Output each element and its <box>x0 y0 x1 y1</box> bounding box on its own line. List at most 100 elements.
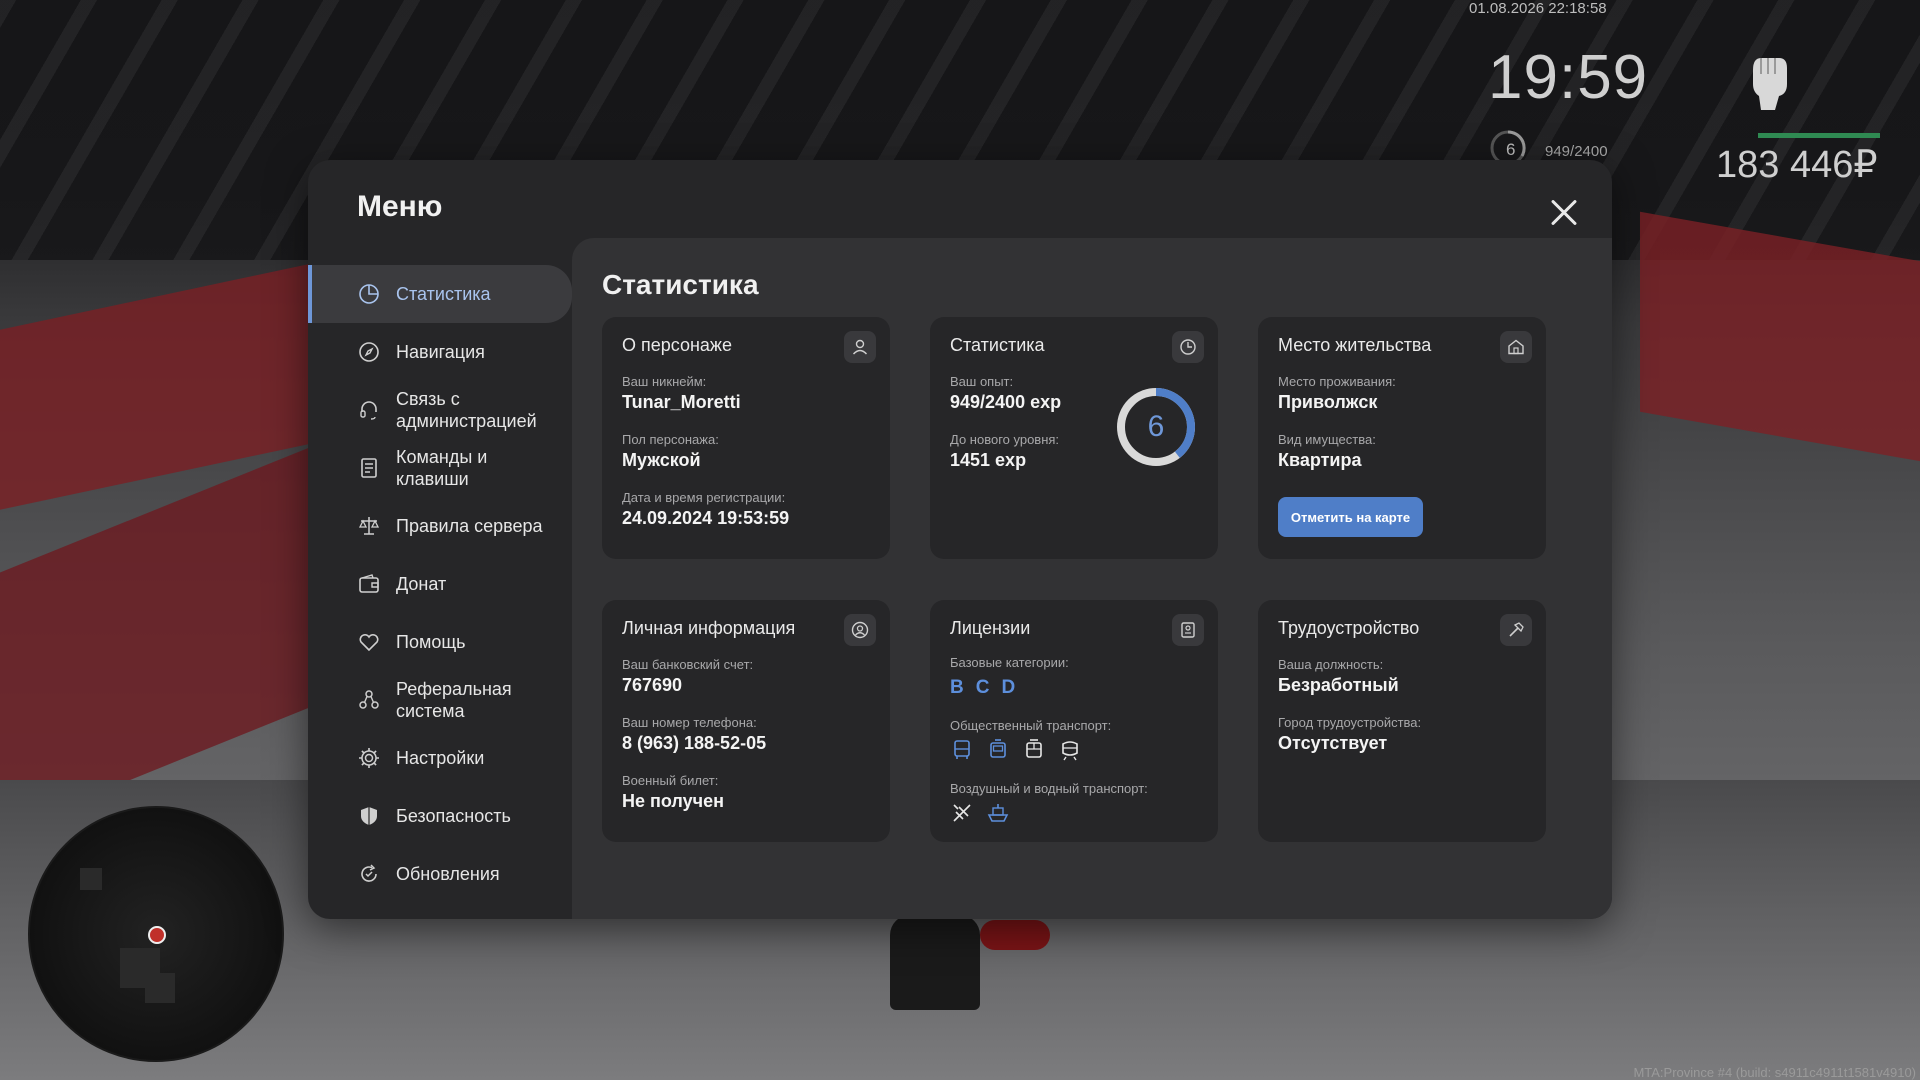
property-value: Квартира <box>1278 450 1362 470</box>
house-icon <box>1500 331 1532 363</box>
gender-label: Пол персонажа: <box>622 432 719 447</box>
public-transport-icons <box>950 738 1082 762</box>
card-licenses: Лицензии Базовые категории: B C D Общест… <box>930 600 1218 842</box>
user-circle-icon <box>844 614 876 646</box>
page-title: Статистика <box>602 269 759 300</box>
headset-icon <box>360 401 377 420</box>
wallet-icon <box>359 574 379 593</box>
sidebar-item-label: Правила сервера <box>396 516 543 536</box>
health-bar <box>1758 133 1880 138</box>
sidebar-item-label: Безопасность <box>396 806 511 826</box>
document-icon <box>361 458 377 478</box>
sidebar-item-help[interactable]: Помощь <box>308 613 572 671</box>
sidebar: Статистика Навигация Связь с администрац… <box>308 265 572 903</box>
fist-icon <box>1753 58 1787 110</box>
military-value: Не получен <box>622 791 724 811</box>
card-title: Трудоустройство <box>1278 618 1420 638</box>
sidebar-item-admin-contact[interactable]: Связь с администрацией <box>308 381 572 439</box>
property-label: Вид имущества: <box>1278 432 1376 447</box>
hud-datetime: 01.08.2026 22:18:58 <box>1469 0 1607 17</box>
sidebar-item-label: Обновления <box>396 864 500 884</box>
nickname-value: Tunar_Moretti <box>622 392 741 412</box>
hammer-icon <box>1500 614 1532 646</box>
public-transport-label: Общественный транспорт: <box>950 718 1112 733</box>
sidebar-item-label: Помощь <box>396 632 466 652</box>
position-value: Безработный <box>1278 675 1399 695</box>
air-water-icons <box>950 801 1010 825</box>
scales-icon <box>358 517 380 535</box>
sidebar-item-label: Реферальная система <box>396 679 512 721</box>
menu-window: Меню Статистика Навигация Связь с админи… <box>308 160 1612 919</box>
military-label: Военный билет: <box>622 773 719 788</box>
minimap-block <box>80 868 102 890</box>
sidebar-item-settings[interactable]: Настройки <box>308 729 572 787</box>
hud-money: 183 446₽ <box>1716 144 1878 186</box>
place-label: Место проживания: <box>1278 374 1396 389</box>
card-personal: Личная информация Ваш банковский счет: 7… <box>602 600 890 842</box>
phone-value: 8 (963) 188-52-05 <box>622 733 767 753</box>
heart-hand-icon <box>359 633 379 652</box>
city-label: Город трудоустройства: <box>1278 715 1422 730</box>
mark-on-map-button[interactable]: Отметить на карте <box>1278 497 1423 537</box>
hud-clock: 19:59 <box>1488 43 1649 112</box>
sidebar-item-navigation[interactable]: Навигация <box>308 323 572 381</box>
clock-pie-icon <box>1172 331 1204 363</box>
bank-value: 767690 <box>622 675 683 695</box>
card-title: Личная информация <box>622 618 796 638</box>
sidebar-item-rules[interactable]: Правила сервера <box>308 497 572 555</box>
sidebar-item-label: Статистика <box>396 284 491 304</box>
sidebar-item-statistics[interactable]: Статистика <box>308 265 572 323</box>
card-residence: Место жительства Место проживания: Приво… <box>1258 317 1546 559</box>
registration-value: 24.09.2024 19:53:59 <box>622 508 790 528</box>
tram-icon <box>1026 739 1042 758</box>
base-categories-label: Базовые категории: <box>950 655 1069 670</box>
gender-value: Мужской <box>622 450 701 470</box>
close-icon[interactable] <box>1544 193 1584 233</box>
card-title: Статистика <box>950 335 1045 355</box>
sidebar-item-label: Настройки <box>396 748 485 768</box>
sidebar-item-commands[interactable]: Команды и клавиши <box>308 439 572 497</box>
card-statistics: Статистика Ваш опыт: 949/2400 exp До нов… <box>930 317 1218 559</box>
place-value: Приволжск <box>1278 392 1378 412</box>
boat-icon <box>987 804 1009 822</box>
license-category: C <box>975 677 990 698</box>
exp-value: 949/2400 exp <box>950 392 1062 412</box>
sidebar-item-donate[interactable]: Донат <box>308 555 572 613</box>
pie-chart-icon <box>359 284 379 304</box>
build-watermark: MTA:Province #4 (build: s4911c4911t1581v… <box>1633 1065 1916 1080</box>
player-bag <box>980 920 1050 950</box>
train-icon <box>1062 741 1078 761</box>
sidebar-item-label: Донат <box>396 574 447 594</box>
compass-icon <box>359 342 379 362</box>
card-employment: Трудоустройство Ваша должность: Безработ… <box>1258 600 1546 842</box>
minimap-block <box>145 973 175 1003</box>
sidebar-item-referral[interactable]: Реферальная система <box>308 671 572 729</box>
registration-label: Дата и время регистрации: <box>622 490 786 505</box>
card-title: Лицензии <box>950 618 1031 638</box>
shield-icon <box>361 807 377 825</box>
next-level-value: 1451 exp <box>950 450 1027 470</box>
exp-label: Ваш опыт: <box>950 374 1014 389</box>
player-character <box>890 915 980 1010</box>
license-categories: B C D <box>950 677 1015 699</box>
menu-title: Меню <box>357 190 443 223</box>
level-number: 6 <box>1147 410 1165 443</box>
sidebar-item-label: Навигация <box>396 342 485 362</box>
card-character: О персонаже Ваш никнейм: Tunar_Moretti П… <box>602 317 890 559</box>
minimap <box>28 806 284 1062</box>
card-title: Место жительства <box>1278 335 1432 355</box>
hud-level: 6 <box>1506 140 1516 159</box>
air-water-label: Воздушный и водный транспорт: <box>950 781 1148 796</box>
user-icon <box>844 331 876 363</box>
id-badge-icon <box>1172 614 1204 646</box>
card-title: О персонаже <box>622 335 732 355</box>
sidebar-item-label: Команды и клавиши <box>396 447 488 489</box>
sidebar-item-updates[interactable]: Обновления <box>308 845 572 903</box>
referral-icon <box>359 690 379 709</box>
nickname-label: Ваш никнейм: <box>622 374 707 389</box>
gear-icon <box>359 748 379 768</box>
sidebar-item-security[interactable]: Безопасность <box>308 787 572 845</box>
bank-label: Ваш банковский счет: <box>622 657 754 672</box>
license-category: B <box>950 677 964 698</box>
plane-icon <box>953 804 971 822</box>
